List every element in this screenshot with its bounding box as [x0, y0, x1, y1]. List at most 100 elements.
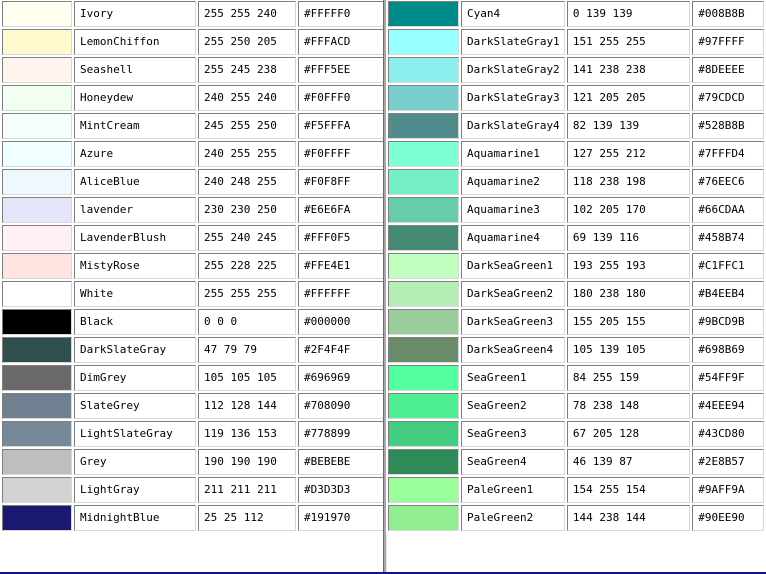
color-name-cell: Aquamarine4 [460, 225, 565, 251]
color-name-cell: SlateGrey [74, 393, 196, 419]
color-swatch [388, 1, 459, 27]
color-hex-cell: #4EEE94 [692, 393, 764, 419]
color-row: Honeydew 240 255 240 #F0FFF0 [2, 85, 384, 111]
color-hex-cell: #008B8B [692, 1, 764, 27]
color-rgb-cell: 255 250 205 [198, 29, 296, 55]
color-hex-cell: #FFFFFF [298, 281, 384, 307]
color-name-cell: SeaGreen4 [460, 449, 565, 475]
color-rgb-cell: 121 205 205 [566, 85, 691, 111]
color-swatch [388, 421, 459, 447]
color-name-cell: Azure [74, 141, 196, 167]
color-row: SeaGreen1 84 255 159 #54FF9F [388, 365, 764, 391]
color-name-cell: Aquamarine1 [460, 141, 565, 167]
color-swatch [388, 393, 459, 419]
color-swatch [388, 141, 459, 167]
color-rgb-cell: 245 255 250 [198, 113, 296, 139]
color-rgb-cell: 105 139 105 [566, 337, 691, 363]
color-hex-cell: #D3D3D3 [298, 477, 384, 503]
color-hex-cell: #F5FFFA [298, 113, 384, 139]
color-name-cell: MintCream [74, 113, 196, 139]
color-rgb-cell: 255 240 245 [198, 225, 296, 251]
color-name-cell: Seashell [74, 57, 196, 83]
color-swatch [2, 281, 72, 307]
color-name-cell: DarkSlateGray3 [460, 85, 565, 111]
color-row: DarkSlateGray 47 79 79 #2F4F4F [2, 337, 384, 363]
color-swatch [388, 309, 459, 335]
color-row: PaleGreen1 154 255 154 #9AFF9A [388, 477, 764, 503]
color-rgb-cell: 0 139 139 [566, 1, 691, 27]
color-swatch [2, 505, 72, 531]
color-swatch [2, 337, 72, 363]
color-rgb-cell: 119 136 153 [198, 421, 296, 447]
color-rgb-cell: 141 238 238 [566, 57, 691, 83]
color-name-cell: Honeydew [74, 85, 196, 111]
color-name-cell: SeaGreen2 [460, 393, 565, 419]
color-swatch [2, 365, 72, 391]
color-row: lavender 230 230 250 #E6E6FA [2, 197, 384, 223]
color-rgb-cell: 255 245 238 [198, 57, 296, 83]
color-name-cell: White [74, 281, 196, 307]
color-rgb-cell: 144 238 144 [566, 505, 691, 531]
color-rgb-cell: 105 105 105 [198, 365, 296, 391]
color-hex-cell: #696969 [298, 365, 384, 391]
color-name-cell: LightGray [74, 477, 196, 503]
color-name-cell: DarkSeaGreen4 [460, 337, 565, 363]
color-hex-cell: #B4EEB4 [692, 281, 764, 307]
color-row: SeaGreen2 78 238 148 #4EEE94 [388, 393, 764, 419]
color-name-cell: MistyRose [74, 253, 196, 279]
color-swatch [2, 141, 72, 167]
color-row: MistyRose 255 228 225 #FFE4E1 [2, 253, 384, 279]
color-table-left-body: Ivory 255 255 240 #FFFFF0 LemonChiffon 255 2… [2, 1, 384, 531]
color-row: DarkSlateGray3 121 205 205 #79CDCD [388, 85, 764, 111]
color-swatch [388, 225, 459, 251]
color-hex-cell: #43CD80 [692, 421, 764, 447]
color-name-cell: DarkSlateGray4 [460, 113, 565, 139]
color-rgb-cell: 180 238 180 [566, 281, 691, 307]
color-name-cell: DarkSlateGray2 [460, 57, 565, 83]
color-hex-cell: #F0F8FF [298, 169, 384, 195]
color-hex-cell: #FFFFF0 [298, 1, 384, 27]
color-hex-cell: #FFF0F5 [298, 225, 384, 251]
color-row: SeaGreen4 46 139 87 #2E8B57 [388, 449, 764, 475]
color-row: DarkSeaGreen4 105 139 105 #698B69 [388, 337, 764, 363]
color-rgb-cell: 69 139 116 [566, 225, 691, 251]
color-hex-cell: #9AFF9A [692, 477, 764, 503]
color-rgb-cell: 240 255 255 [198, 141, 296, 167]
color-swatch [2, 57, 72, 83]
color-swatch [2, 253, 72, 279]
color-name-cell: AliceBlue [74, 169, 196, 195]
color-row: Azure 240 255 255 #F0FFFF [2, 141, 384, 167]
color-rgb-cell: 82 139 139 [566, 113, 691, 139]
color-rgb-cell: 47 79 79 [198, 337, 296, 363]
color-name-cell: DarkSeaGreen1 [460, 253, 565, 279]
color-rgb-cell: 84 255 159 [566, 365, 691, 391]
color-swatch [2, 225, 72, 251]
color-swatch [2, 309, 72, 335]
color-rgb-cell: 255 228 225 [198, 253, 296, 279]
color-swatch [388, 449, 459, 475]
color-rgb-cell: 151 255 255 [566, 29, 691, 55]
color-hex-cell: #79CDCD [692, 85, 764, 111]
color-rgb-cell: 240 255 240 [198, 85, 296, 111]
color-name-cell: Ivory [74, 1, 196, 27]
color-rgb-cell: 102 205 170 [566, 197, 691, 223]
color-name-cell: LavenderBlush [74, 225, 196, 251]
color-rgb-cell: 255 255 240 [198, 1, 296, 27]
color-row: AliceBlue 240 248 255 #F0F8FF [2, 169, 384, 195]
color-swatch [388, 477, 459, 503]
color-swatch [388, 197, 459, 223]
color-swatch [2, 169, 72, 195]
color-rgb-cell: 154 255 154 [566, 477, 691, 503]
color-hex-cell: #F0FFFF [298, 141, 384, 167]
color-rgb-cell: 240 248 255 [198, 169, 296, 195]
color-name-cell: DarkSeaGreen2 [460, 281, 565, 307]
color-row: DarkSeaGreen3 155 205 155 #9BCD9B [388, 309, 764, 335]
color-row: Aquamarine2 118 238 198 #76EEC6 [388, 169, 764, 195]
color-name-cell: PaleGreen2 [460, 505, 565, 531]
color-reference-page: Ivory 255 255 240 #FFFFF0 LemonChiffon 255 2… [0, 0, 766, 574]
color-row: MidnightBlue 25 25 112 #191970 [2, 505, 384, 531]
color-name-cell: SeaGreen1 [460, 365, 565, 391]
color-hex-cell: #90EE90 [692, 505, 764, 531]
color-hex-cell: #7FFFD4 [692, 141, 764, 167]
color-swatch [2, 113, 72, 139]
